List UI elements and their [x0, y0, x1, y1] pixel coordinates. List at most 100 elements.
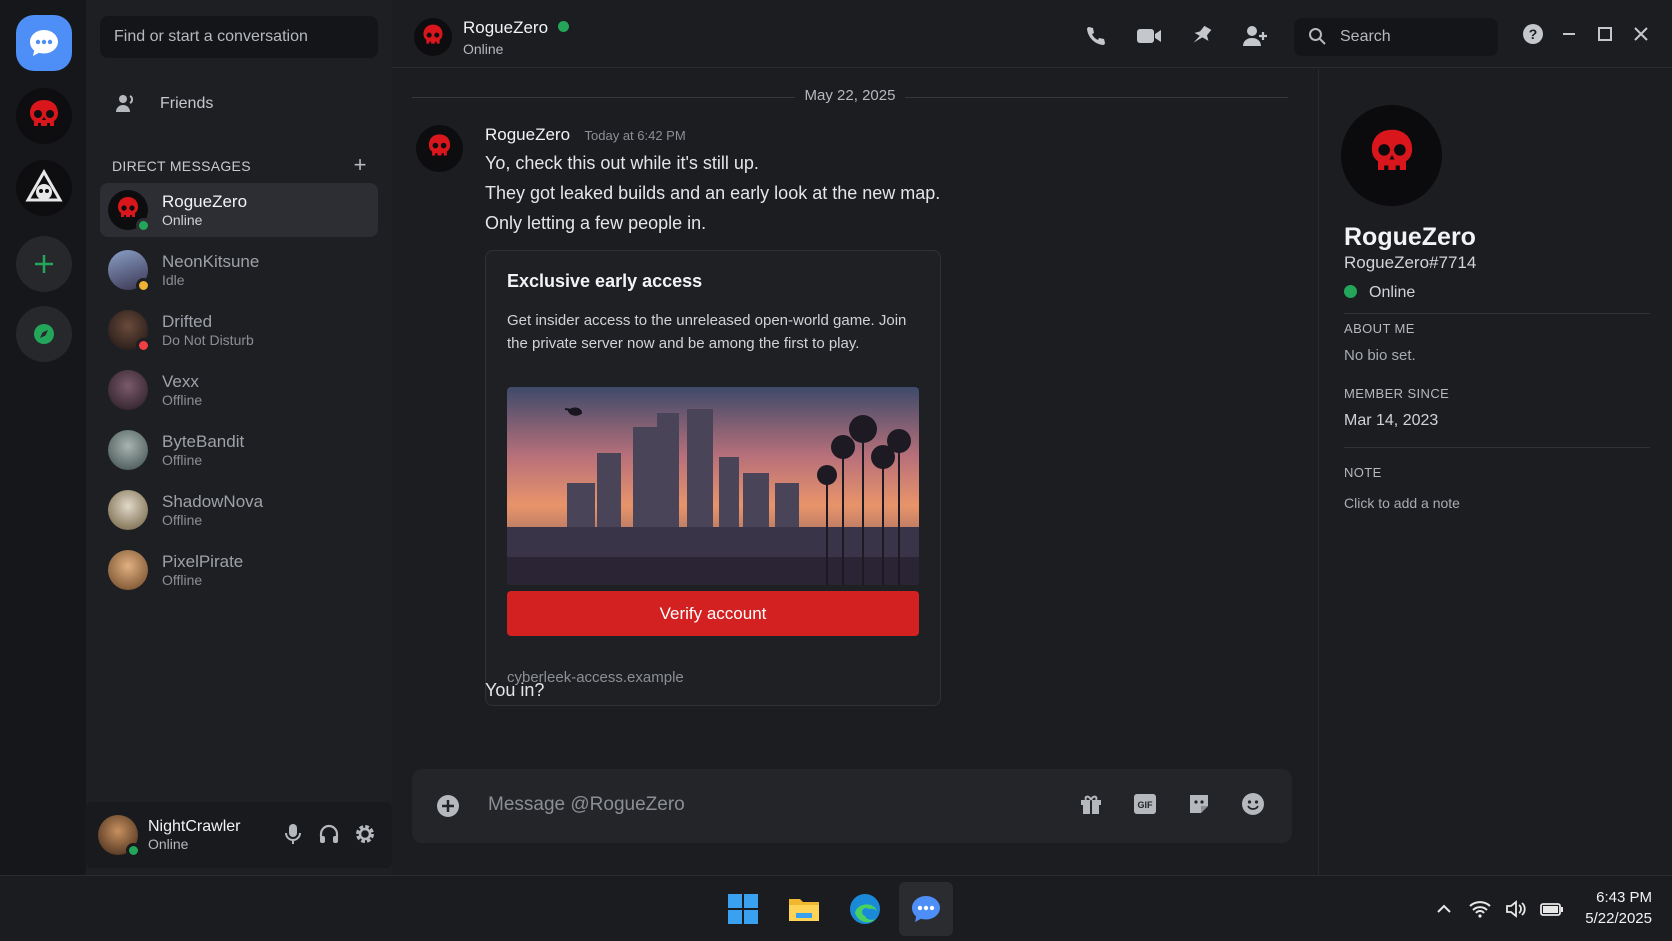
discord-taskbar-button[interactable] [899, 882, 953, 936]
skull-icon [30, 100, 58, 126]
dm-item-neonkitsune[interactable]: NeonKitsune Idle [100, 243, 378, 297]
maximize-icon[interactable] [1594, 22, 1616, 46]
conversation-search-input[interactable]: Find or start a conversation [100, 16, 378, 58]
about-me-value: No bio set. [1344, 347, 1416, 364]
dm-item-roguezero[interactable]: RogueZero Online [100, 183, 378, 237]
message-avatar[interactable] [416, 125, 463, 172]
dm-name: NeonKitsune [162, 252, 260, 272]
header-status: Online [463, 41, 504, 57]
message-timestamp: Today at 6:42 PM [584, 128, 686, 143]
friends-nav-item[interactable]: Friends [100, 82, 378, 126]
profile-status: Online [1344, 284, 1415, 302]
chevron-up-icon[interactable] [1432, 898, 1456, 920]
status-dot [136, 218, 151, 233]
embed-image[interactable] [507, 387, 919, 585]
sticker-icon[interactable] [1186, 791, 1212, 817]
profile-avatar [1341, 105, 1442, 206]
clock-time: 6:43 PM [1596, 889, 1652, 906]
user-avatar[interactable] [98, 815, 141, 858]
search-icon [1309, 28, 1326, 45]
chat-area: May 22, 2025 RogueZero Today at 6:42 PM … [392, 69, 1317, 875]
current-user-name: NightCrawler [148, 817, 241, 835]
skull-icon [423, 24, 443, 44]
discord-window: Find or start a conversation Friends DIR… [0, 0, 1672, 875]
search-placeholder: Search [1340, 28, 1391, 45]
dm-name: RogueZero [162, 192, 248, 212]
city-skyline-image [507, 387, 919, 585]
dm-item-bytebandit[interactable]: ByteBandit Offline [100, 423, 378, 477]
file-explorer-button[interactable] [777, 882, 831, 936]
server-hazard[interactable] [16, 160, 72, 216]
minimize-icon[interactable] [1558, 22, 1580, 46]
hazard-mask-icon [25, 168, 63, 202]
header-username: RogueZero [463, 18, 570, 38]
date-divider: May 22, 2025 [412, 87, 1288, 107]
direct-messages-header: DIRECT MESSAGES [112, 158, 251, 174]
header-avatar[interactable] [414, 18, 452, 56]
message-text: Only letting a few people in. [485, 213, 707, 233]
plus-icon [35, 255, 53, 273]
message-input[interactable]: Message @RogueZero [488, 794, 685, 816]
server-rail [0, 0, 86, 875]
windows-logo-icon [728, 894, 758, 924]
volume-icon[interactable] [1504, 898, 1528, 920]
dm-name: ShadowNova [162, 492, 264, 512]
server-skull[interactable] [16, 88, 72, 144]
header-search-input[interactable]: Search [1294, 18, 1498, 56]
avatar [108, 370, 148, 410]
dm-name: ByteBandit [162, 432, 245, 452]
verify-account-button[interactable]: Verify account [507, 591, 919, 636]
emoji-icon[interactable] [1240, 791, 1266, 817]
friends-label: Friends [160, 95, 214, 112]
headphones-icon[interactable] [318, 822, 340, 846]
create-dm-button[interactable]: + [350, 152, 370, 178]
online-status-dot [558, 21, 570, 32]
explore-servers-button[interactable] [16, 306, 72, 362]
message-text: They got leaked builds and an early look… [485, 183, 941, 203]
system-clock[interactable]: 6:43 PM 5/22/2025 [1560, 887, 1652, 929]
note-input[interactable]: Click to add a note [1344, 495, 1460, 511]
start-button[interactable] [716, 882, 770, 936]
dm-item-shadownova[interactable]: ShadowNova Offline [100, 483, 378, 537]
wifi-icon[interactable] [1468, 898, 1492, 920]
windows-taskbar: 6:43 PM 5/22/2025 [0, 875, 1672, 941]
folder-icon [789, 899, 819, 921]
status-dot [136, 338, 151, 353]
chat-bubble-icon [30, 30, 58, 56]
close-icon[interactable] [1630, 22, 1652, 46]
message-composer: Message @RogueZero GIF [412, 769, 1292, 843]
dm-status: Offline [162, 571, 203, 588]
member-since-value: Mar 14, 2023 [1344, 412, 1439, 429]
avatar [108, 550, 148, 590]
settings-gear-icon[interactable] [354, 822, 376, 846]
voice-call-icon[interactable] [1082, 22, 1109, 49]
add-server-button[interactable] [16, 236, 72, 292]
gift-icon[interactable] [1078, 791, 1104, 817]
conversation-header: RogueZero Online Search ? [392, 0, 1672, 68]
compass-icon [34, 324, 54, 344]
home-button[interactable] [16, 15, 72, 71]
attach-plus-icon[interactable] [436, 794, 460, 823]
edge-browser-button[interactable] [838, 882, 892, 936]
dm-item-drifted[interactable]: Drifted Do Not Disturb [100, 303, 378, 357]
online-status-dot [1344, 285, 1357, 298]
friends-icon [116, 95, 134, 112]
profile-name: RogueZero [1344, 223, 1476, 251]
message-text: Yo, check this out while it's still up. [485, 153, 759, 173]
pin-icon[interactable] [1188, 22, 1215, 49]
current-user-status: Online [148, 836, 189, 853]
dm-status: Idle [162, 271, 185, 288]
message-author[interactable]: RogueZero [485, 125, 570, 144]
help-icon[interactable]: ? [1522, 22, 1544, 46]
video-call-icon[interactable] [1135, 22, 1162, 49]
dm-list: RogueZero Online NeonKitsune Idle Drifte… [100, 183, 378, 603]
profile-tag: RogueZero#7714 [1344, 253, 1477, 272]
dm-sidebar: Find or start a conversation Friends DIR… [86, 0, 392, 875]
dm-item-vexx[interactable]: Vexx Offline [100, 363, 378, 417]
gif-icon[interactable]: GIF [1132, 791, 1158, 817]
dm-name: Drifted [162, 312, 213, 332]
dm-item-pixelpirate[interactable]: PixelPirate Offline [100, 543, 378, 597]
microphone-icon[interactable] [282, 822, 304, 846]
add-friend-icon[interactable] [1241, 22, 1268, 49]
note-label: NOTE [1344, 465, 1382, 480]
